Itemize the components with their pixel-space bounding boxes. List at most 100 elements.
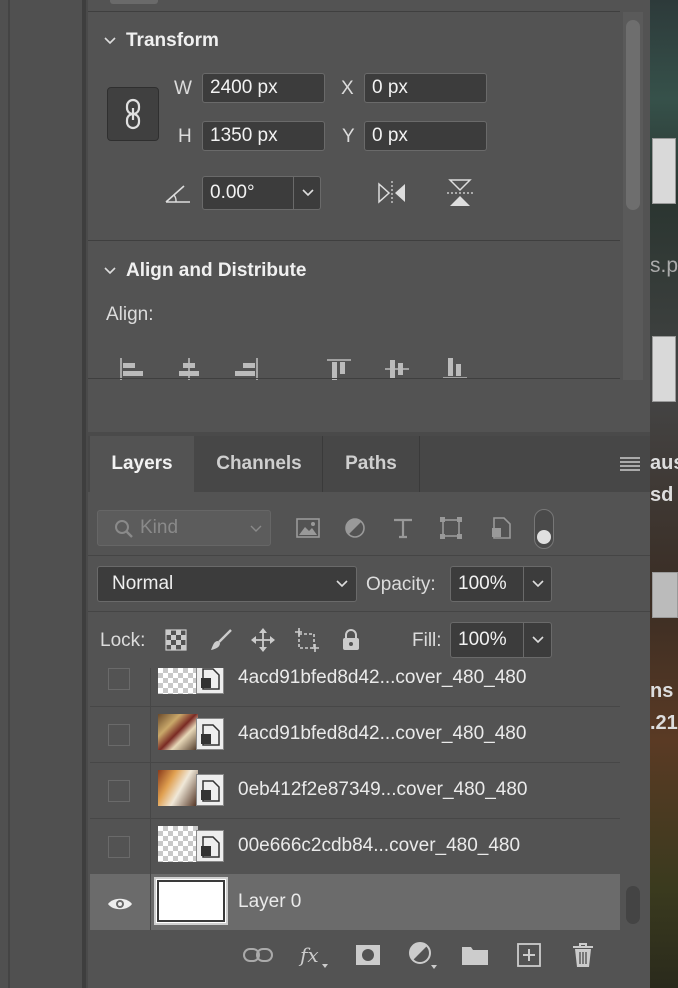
fx-icon: fx [298,943,328,968]
blend-mode-select[interactable]: Normal [97,566,357,602]
panel-edge [8,0,10,988]
align-label: Align: [106,304,154,325]
visibility-toggle[interactable] [108,780,130,802]
tab-channels[interactable]: Channels [196,436,323,492]
column-separator [150,706,151,762]
visibility-toggle[interactable] [108,724,130,746]
y-field[interactable]: 0 px [364,121,487,151]
canvas-background-sliver: s.p aus sd ns .21 [650,0,678,988]
left-panel-strip [0,0,86,988]
layer-name[interactable]: 00e666c2cdb84...cover_480_480 [238,818,520,874]
bg-text-fragment: aus [650,452,678,474]
filter-type-button[interactable] [388,513,418,543]
align-top-button[interactable] [324,354,354,384]
artboard-icon [295,628,319,652]
adjustment-icon [345,518,365,538]
visibility-toggle[interactable] [108,668,130,690]
divider [88,11,620,12]
chevron-down-icon [302,189,314,197]
transform-section-header[interactable]: Transform [104,30,219,52]
layer-thumbnail [158,668,198,694]
chevron-down-icon [532,636,544,644]
align-left-button[interactable] [116,354,146,384]
align-right-button[interactable] [232,354,262,384]
toggle-knob [537,530,551,544]
layer-row[interactable]: 4acd91bfed8d42...cover_480_480 [90,706,620,763]
align-title: Align and Distribute [126,260,307,281]
layer-name[interactable]: 4acd91bfed8d42...cover_480_480 [238,668,526,706]
lock-position-button[interactable] [248,625,278,655]
scrollbar-thumb[interactable] [626,886,640,924]
filter-adjustment-button[interactable] [340,513,370,543]
properties-scrollbar[interactable] [623,12,643,380]
opacity-dropdown-button[interactable] [523,567,552,601]
align-horizontal-center-button[interactable] [174,354,204,384]
lock-all-button[interactable] [336,625,366,655]
tab-layers[interactable]: Layers [90,436,194,492]
filter-smart-object-button[interactable] [486,513,516,543]
bg-window-fragment [652,572,678,618]
column-separator [150,762,151,818]
eye-icon[interactable] [107,896,133,912]
chevron-down-icon [250,525,262,532]
lock-icon [343,629,359,650]
layer-name[interactable]: 0eb412f2e87349...cover_480_480 [238,762,527,818]
align-vertical-center-button[interactable] [382,354,412,384]
chevron-down-icon [532,580,544,588]
chain-link-icon [125,98,141,130]
divider [88,555,650,556]
new-adjustment-layer-button[interactable] [407,940,437,970]
angle-icon [165,185,190,203]
filter-kind-select[interactable]: Kind [97,510,271,546]
opacity-label: Opacity: [366,574,436,595]
lock-image-pixels-button[interactable] [206,625,236,655]
layer-row-selected[interactable]: Layer 0 [90,874,620,930]
link-dimensions-button[interactable] [107,87,159,141]
new-group-button[interactable] [460,940,490,970]
layer-row[interactable]: 00e666c2cdb84...cover_480_480 [90,818,620,875]
layer-row[interactable]: 4acd91bfed8d42...cover_480_480 [90,668,620,707]
filter-toggle[interactable] [534,509,554,549]
image-icon [296,518,320,538]
chevron-down-icon [104,267,116,275]
svg-text:fx: fx [298,943,319,967]
layer-name[interactable]: Layer 0 [238,874,301,930]
trash-icon [573,943,593,967]
visibility-toggle[interactable] [108,836,130,858]
layer-name[interactable]: 4acd91bfed8d42...cover_480_480 [238,706,526,762]
folder-icon [462,947,488,965]
type-icon [394,518,412,539]
add-mask-button[interactable] [353,940,383,970]
flip-horizontal-button[interactable] [374,176,410,210]
filter-pixel-button[interactable] [293,513,323,543]
scrollbar-thumb[interactable] [626,20,640,210]
x-field[interactable]: 0 px [364,73,487,103]
link-layers-button[interactable] [243,940,273,970]
bg-text-fragment: ns [650,680,674,702]
width-field[interactable]: 2400 px [202,73,325,103]
column-separator [150,818,151,874]
add-layer-style-button[interactable]: fx [298,940,328,970]
height-field[interactable]: 1350 px [202,121,325,151]
tab-paths[interactable]: Paths [323,436,420,492]
new-layer-button[interactable] [514,940,544,970]
panel-menu-button[interactable] [616,450,644,478]
lock-transparent-pixels-button[interactable] [161,625,191,655]
bg-window-fragment [652,336,676,402]
layers-list[interactable]: 4acd91bfed8d42...cover_480_480 4acd91bfe… [90,668,620,930]
lock-artboard-button[interactable] [292,625,322,655]
blend-mode-value: Normal [112,573,174,594]
fill-dropdown-button[interactable] [523,623,552,657]
align-section-header[interactable]: Align and Distribute [104,260,307,282]
filter-shape-button[interactable] [436,513,466,543]
layer-row[interactable]: 0eb412f2e87349...cover_480_480 [90,762,620,819]
height-label: H [178,126,192,147]
properties-panel [88,0,650,432]
chevron-down-icon [104,37,116,45]
flip-vertical-button[interactable] [443,176,477,210]
delete-layer-button[interactable] [568,940,598,970]
layers-scrollbar[interactable] [623,668,643,930]
divider [88,611,650,612]
angle-dropdown-button[interactable] [293,176,322,210]
align-bottom-button[interactable] [440,354,470,384]
